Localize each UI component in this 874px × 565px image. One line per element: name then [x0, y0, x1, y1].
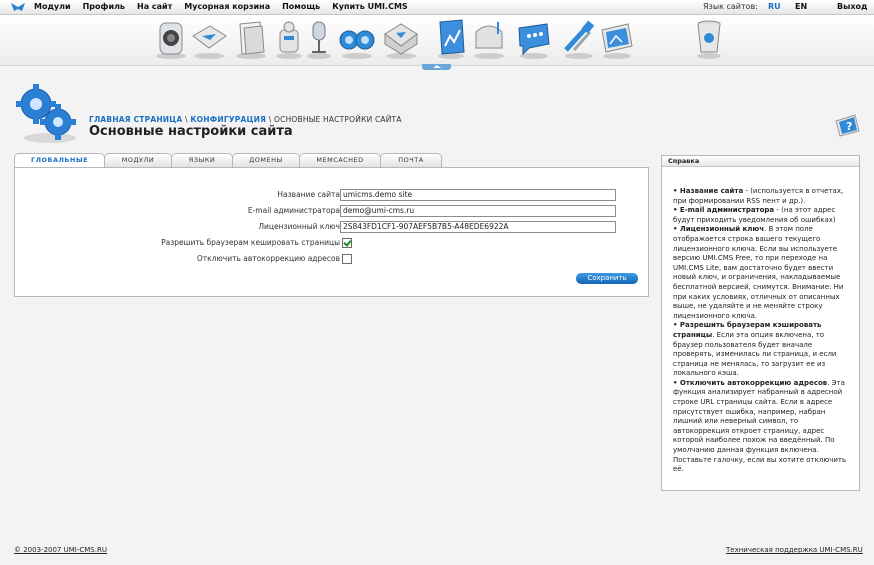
- tab-global[interactable]: ГЛОБАЛЬНЫЕ: [14, 153, 105, 168]
- top-menu-bar: Модули Профиль На сайт Мусорная корзина …: [0, 0, 874, 15]
- copyright-link[interactable]: © 2003-2007 UMI-CMS.RU: [14, 546, 107, 554]
- lang-en-link[interactable]: EN: [795, 2, 807, 11]
- mailbox-icon[interactable]: [470, 18, 508, 60]
- lang-ru-link[interactable]: RU: [768, 2, 781, 11]
- help-item: Разрешить браузерам кэшировать страницы.…: [673, 321, 855, 379]
- help-panel: Справка Название сайта - (используется в…: [661, 155, 860, 491]
- lang-label: Язык сайтов:: [703, 2, 758, 11]
- help-term: Название сайта: [673, 187, 743, 195]
- help-item: Название сайта - (используется в отчетах…: [673, 187, 855, 206]
- inbox-icon[interactable]: [382, 18, 420, 60]
- mail-folder-icon[interactable]: [190, 18, 228, 60]
- browser-cache-label: Разрешить браузерам кешировать страницы: [161, 238, 340, 247]
- menu-help[interactable]: Помощь: [282, 2, 320, 11]
- help-item: E-mail администратора - (на этот адрес б…: [673, 206, 855, 225]
- toolbar-toggle-tab[interactable]: [422, 64, 451, 70]
- admin-email-input[interactable]: demo@umi-cms.ru: [340, 205, 616, 217]
- form-row-autocorrect: Отключить автокоррекцию адресов: [15, 253, 648, 265]
- autocorrect-label: Отключить автокоррекцию адресов: [196, 254, 340, 263]
- logout-link[interactable]: Выход: [837, 2, 867, 11]
- chat-bubble-icon[interactable]: [515, 18, 553, 60]
- autocorrect-checkbox[interactable]: [342, 254, 352, 264]
- breadcrumb-config-link[interactable]: КОНФИГУРАЦИЯ: [190, 115, 266, 124]
- form-row-admin-email: E-mail администратора demo@umi-cms.ru: [15, 205, 648, 217]
- main-menu: Модули Профиль На сайт Мусорная корзина …: [34, 2, 420, 11]
- breadcrumb-home-link[interactable]: ГЛАВНАЯ СТРАНИЦА: [89, 115, 182, 124]
- tab-languages[interactable]: ЯЗЫКИ: [171, 153, 233, 167]
- microphone-icon[interactable]: [300, 18, 338, 60]
- help-text: . В этом поле отображается строка вашего…: [673, 225, 844, 320]
- stats-chart-icon[interactable]: [432, 18, 470, 60]
- breadcrumb-current: ОСНОВНЫЕ НАСТРОЙКИ САЙТА: [274, 115, 402, 124]
- support-link[interactable]: Техническая поддержка UMI-CMS.RU: [726, 546, 863, 554]
- help-panel-title: Справка: [662, 156, 859, 167]
- form-row-site-name: Название сайта umicms.demo site: [15, 189, 648, 201]
- menu-to-site[interactable]: На сайт: [137, 2, 172, 11]
- help-term: Отключить автокоррекцию адресов: [673, 379, 827, 387]
- tab-modules[interactable]: МОДУЛИ: [104, 153, 172, 167]
- menu-profile[interactable]: Профиль: [83, 2, 125, 11]
- admin-email-label: E-mail администратора: [247, 206, 340, 215]
- svg-text:?: ?: [846, 120, 852, 133]
- save-button[interactable]: Сохранить: [576, 273, 638, 284]
- folders-icon[interactable]: [232, 18, 270, 60]
- umi-logo-icon[interactable]: [10, 2, 26, 12]
- binoculars-icon[interactable]: [338, 18, 376, 60]
- global-settings-form: Название сайта umicms.demo site E-mail а…: [14, 167, 649, 297]
- menu-modules[interactable]: Модули: [34, 2, 71, 11]
- tab-mail[interactable]: ПОЧТА: [380, 153, 442, 167]
- module-toolbar: [0, 15, 874, 66]
- help-text: . Эта функция анализирует набранный в ад…: [673, 378, 847, 474]
- help-item: Лицензионный ключ. В этом поле отображае…: [673, 225, 855, 321]
- menu-buy[interactable]: Купить UMI.CMS: [332, 2, 407, 11]
- speaker-icon[interactable]: [152, 18, 190, 60]
- settings-gears-icon: [16, 84, 76, 143]
- site-name-input[interactable]: umicms.demo site: [340, 189, 616, 201]
- browser-cache-checkbox[interactable]: [342, 238, 352, 248]
- trash-icon[interactable]: [690, 18, 728, 60]
- license-key-input[interactable]: 2S843FD1CF1-907AEF5B7B5-A48EDE6922A: [340, 221, 616, 233]
- site-name-label: Название сайта: [277, 190, 340, 199]
- form-row-license-key: Лицензионный ключ 2S843FD1CF1-907AEF5B7B…: [15, 221, 648, 233]
- help-term: E-mail администратора: [673, 206, 774, 214]
- settings-tabs: ГЛОБАЛЬНЫЕ МОДУЛИ ЯЗЫКИ ДОМЕНЫ MEMCACHED…: [14, 153, 442, 168]
- tab-memcached[interactable]: MEMCACHED: [299, 153, 381, 167]
- license-key-label: Лицензионный ключ: [258, 222, 340, 231]
- breadcrumb-separator: \: [266, 115, 275, 124]
- help-term: Лицензионный ключ: [673, 225, 764, 233]
- breadcrumb: ГЛАВНАЯ СТРАНИЦА \ КОНФИГУРАЦИЯ \ ОСНОВН…: [89, 115, 402, 124]
- tools-icon[interactable]: [560, 18, 598, 60]
- photo-icon[interactable]: [598, 18, 636, 60]
- page-title: Основные настройки сайта: [89, 124, 293, 139]
- help-question-icon[interactable]: ?: [833, 113, 861, 137]
- tab-domains[interactable]: ДОМЕНЫ: [232, 153, 300, 167]
- form-row-browser-cache: Разрешить браузерам кешировать страницы: [15, 237, 648, 249]
- menu-trash[interactable]: Мусорная корзина: [184, 2, 270, 11]
- help-item: Отключить автокоррекцию адресов. Эта фун…: [673, 379, 855, 475]
- help-list: Название сайта - (используется в отчетах…: [673, 187, 855, 475]
